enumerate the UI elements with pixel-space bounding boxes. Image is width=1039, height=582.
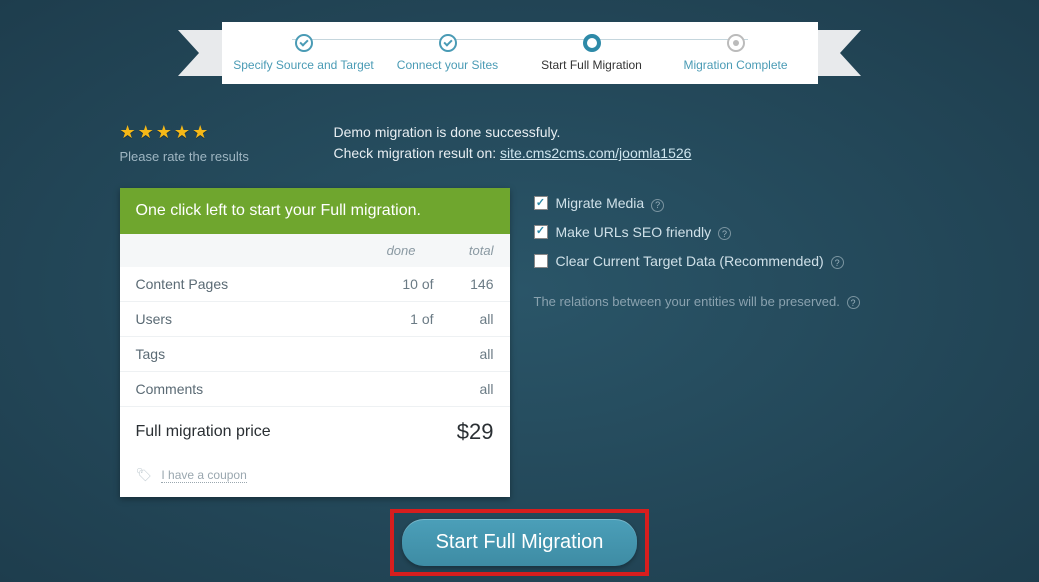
step-label: Connect your Sites [397, 58, 498, 72]
table-row: Tags all [120, 337, 510, 372]
migration-status: Demo migration is done successfuly. Chec… [334, 122, 920, 164]
circle-active-icon [583, 34, 601, 52]
main-row: One click left to start your Full migrat… [120, 188, 920, 497]
row-done [374, 346, 434, 362]
checkbox[interactable] [534, 254, 548, 268]
row-total: all [434, 311, 494, 327]
star-icon[interactable]: ★ [156, 122, 172, 143]
options-note: The relations between your entities will… [534, 293, 920, 311]
star-icon[interactable]: ★ [192, 122, 208, 143]
price-row: Full migration price $29 [120, 407, 510, 457]
price-label: Full migration price [136, 423, 457, 441]
check-icon [439, 34, 457, 52]
step-specify-source[interactable]: Specify Source and Target [232, 34, 376, 72]
step-label: Start Full Migration [541, 58, 642, 72]
start-full-migration-button[interactable]: Start Full Migration [402, 519, 638, 566]
rating-stars[interactable]: ★ ★ ★ ★ ★ [120, 122, 316, 143]
step-label: Specify Source and Target [233, 58, 374, 72]
coupon-row: 🏷 I have a coupon [120, 457, 510, 497]
check-icon [295, 34, 313, 52]
option-label: Make URLs SEO friendly [556, 224, 712, 240]
col-done: done [366, 243, 416, 258]
cta-highlight-frame: Start Full Migration [390, 509, 650, 576]
row-label: Content Pages [136, 276, 374, 292]
tag-icon: 🏷 [136, 467, 153, 482]
option-label: Clear Current Target Data (Recommended) [556, 253, 824, 269]
row-done: 10 of [374, 276, 434, 292]
cta-wrap: Start Full Migration [120, 509, 920, 576]
row-done [374, 381, 434, 397]
row-total: all [434, 346, 494, 362]
star-icon[interactable]: ★ [120, 122, 136, 143]
option-seo-urls[interactable]: Make URLs SEO friendly ? [534, 223, 920, 242]
row-label: Comments [136, 381, 374, 397]
table-row: Content Pages 10 of 146 [120, 267, 510, 302]
status-line-2: Check migration result on: site.cms2cms.… [334, 143, 920, 164]
star-icon[interactable]: ★ [174, 122, 190, 143]
panel-title: One click left to start your Full migrat… [120, 188, 510, 234]
checkbox[interactable] [534, 196, 548, 210]
help-icon[interactable]: ? [847, 296, 860, 309]
status-prefix: Check migration result on: [334, 145, 501, 161]
option-migrate-media[interactable]: Migrate Media ? [534, 194, 920, 213]
migration-summary-panel: One click left to start your Full migrat… [120, 188, 510, 497]
table-row: Comments all [120, 372, 510, 407]
checkbox[interactable] [534, 225, 548, 239]
price-value: $29 [457, 419, 494, 445]
coupon-link[interactable]: I have a coupon [161, 468, 246, 483]
help-icon[interactable]: ? [718, 227, 731, 240]
row-total: all [434, 381, 494, 397]
option-clear-target[interactable]: Clear Current Target Data (Recommended) … [534, 252, 920, 271]
result-link[interactable]: site.cms2cms.com/joomla1526 [500, 145, 691, 161]
migration-options: Migrate Media ? Make URLs SEO friendly ?… [534, 188, 920, 497]
step-migration-complete[interactable]: Migration Complete [664, 34, 808, 72]
note-text: The relations between your entities will… [534, 294, 840, 309]
progress-stepper: Specify Source and Target Connect your S… [0, 0, 1039, 84]
option-label: Migrate Media [556, 195, 645, 211]
help-icon[interactable]: ? [651, 199, 664, 212]
status-line-1: Demo migration is done successfuly. [334, 122, 920, 143]
row-label: Users [136, 311, 374, 327]
intro-row: ★ ★ ★ ★ ★ Please rate the results Demo m… [120, 122, 920, 164]
step-connect-sites[interactable]: Connect your Sites [376, 34, 520, 72]
table-header: done total [120, 234, 510, 267]
row-label: Tags [136, 346, 374, 362]
row-total: 146 [434, 276, 494, 292]
row-done: 1 of [374, 311, 434, 327]
table-row: Users 1 of all [120, 302, 510, 337]
star-icon[interactable]: ★ [138, 122, 154, 143]
step-start-migration[interactable]: Start Full Migration [520, 34, 664, 72]
step-label: Migration Complete [683, 58, 787, 72]
rating-prompt: Please rate the results [120, 149, 316, 164]
help-icon[interactable]: ? [831, 256, 844, 269]
col-total: total [444, 243, 494, 258]
stepper-track: Specify Source and Target Connect your S… [222, 22, 818, 84]
rating-block: ★ ★ ★ ★ ★ Please rate the results [120, 122, 316, 164]
circle-inactive-icon [727, 34, 745, 52]
